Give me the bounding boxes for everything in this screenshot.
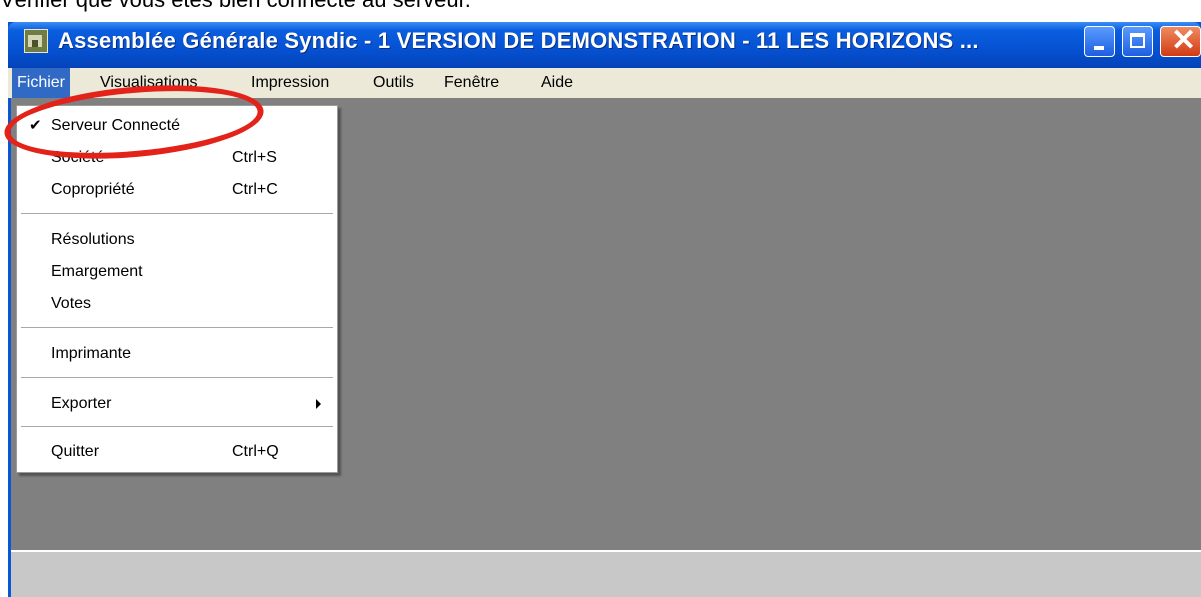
menu-item-shortcut: Ctrl+C bbox=[232, 181, 278, 198]
maximize-button[interactable] bbox=[1122, 26, 1153, 57]
close-icon: ✕ bbox=[1171, 24, 1197, 57]
menu-outils[interactable]: Outils bbox=[368, 68, 419, 98]
menu-item-shortcut: Ctrl+Q bbox=[232, 443, 279, 460]
close-button[interactable]: ✕ bbox=[1160, 24, 1201, 57]
menu-item-label: Quitter bbox=[51, 443, 100, 460]
maximize-icon bbox=[1130, 33, 1145, 48]
menu-item-label: Emargement bbox=[51, 263, 143, 280]
menu-item-label: Votes bbox=[51, 295, 92, 312]
menu-fenetre[interactable]: Fenêtre bbox=[439, 68, 504, 98]
menu-fichier[interactable]: Fichier bbox=[12, 68, 71, 98]
menu-item-label: Imprimante bbox=[51, 345, 132, 362]
menu-item-votes[interactable]: Votes bbox=[17, 290, 337, 318]
menu-item-label: Exporter bbox=[51, 395, 112, 412]
menu-item-resolutions[interactable]: Résolutions bbox=[17, 226, 337, 254]
minimize-icon bbox=[1094, 46, 1104, 50]
window-title: Assemblée Générale Syndic - 1 VERSION DE… bbox=[58, 28, 979, 53]
minimize-button[interactable] bbox=[1084, 26, 1115, 57]
instruction-caption: Vérifier que vous êtes bien connecté au … bbox=[0, 0, 471, 11]
menu-item-label: Copropriété bbox=[51, 181, 135, 198]
menu-item-quitter[interactable]: Quitter Ctrl+Q bbox=[17, 438, 337, 466]
menu-separator bbox=[21, 213, 333, 215]
menu-aide[interactable]: Aide bbox=[536, 68, 578, 98]
menu-separator bbox=[21, 377, 333, 379]
menu-item-imprimante[interactable]: Imprimante bbox=[17, 340, 337, 368]
app-house-icon[interactable] bbox=[24, 29, 48, 53]
menu-item-copropriete[interactable]: Copropriété Ctrl+C bbox=[17, 176, 337, 204]
submenu-arrow-icon bbox=[316, 399, 321, 409]
file-menu-dropdown: ✔ Serveur Connecté Société Ctrl+S Coprop… bbox=[16, 105, 338, 473]
menu-impression[interactable]: Impression bbox=[246, 68, 334, 98]
menu-item-exporter[interactable]: Exporter bbox=[17, 390, 337, 418]
menu-separator bbox=[21, 327, 333, 329]
menu-item-shortcut: Ctrl+S bbox=[232, 149, 277, 166]
menu-separator bbox=[21, 426, 333, 428]
title-bar[interactable]: Assemblée Générale Syndic - 1 VERSION DE… bbox=[8, 22, 1201, 68]
menu-item-label: Résolutions bbox=[51, 231, 135, 248]
status-bar bbox=[11, 550, 1201, 597]
menu-item-emargement[interactable]: Emargement bbox=[17, 258, 337, 286]
